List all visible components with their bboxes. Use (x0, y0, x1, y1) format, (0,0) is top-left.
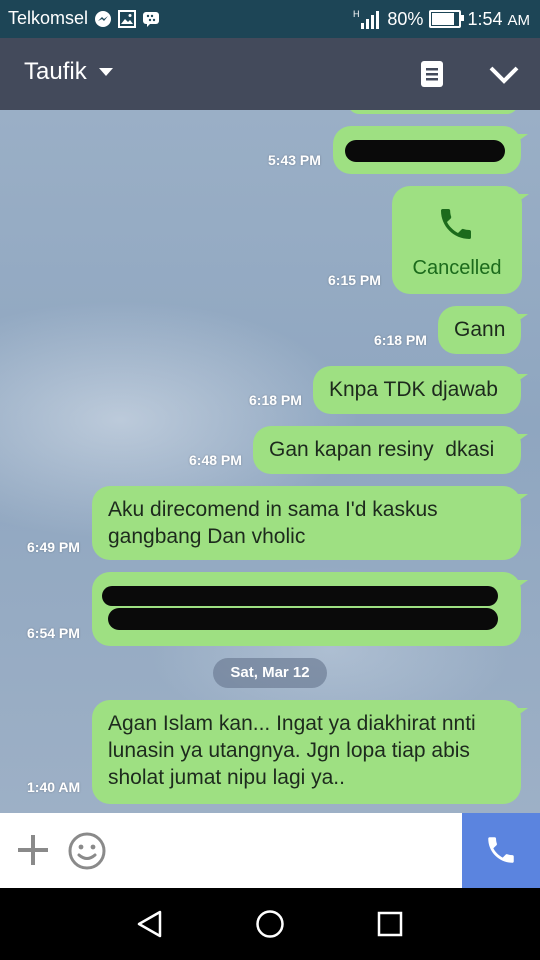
navigation-bar (0, 888, 540, 960)
back-icon[interactable] (134, 908, 166, 940)
clock-time: 1:54 (467, 8, 503, 29)
call-button[interactable] (462, 813, 540, 888)
message-time: 6:54 PM (27, 625, 80, 641)
battery-icon (429, 10, 465, 28)
dropdown-caret-icon (98, 68, 113, 76)
message-text: Knpa TDK djawab (329, 378, 498, 401)
message-text: Aku direcomend in sama I'd kaskus gangba… (108, 498, 438, 548)
message-time: 6:49 PM (27, 539, 80, 555)
message-bubble[interactable]: Gann (438, 306, 528, 354)
message-bubble[interactable]: Agan Islam kan... Ingat ya diakhirat nnt… (92, 700, 528, 804)
message-time: 6:15 PM (328, 272, 381, 288)
notes-icon[interactable] (420, 60, 444, 88)
redaction-mark (108, 608, 498, 630)
chevron-down-icon[interactable] (488, 60, 520, 88)
phone-icon (441, 209, 471, 239)
call-bubble[interactable]: Cancelled (392, 186, 529, 294)
message-bubble[interactable]: Gan kapan resiny dkasi (253, 426, 528, 474)
battery-percent: 80% (387, 8, 424, 29)
message-time: 1:40 AM (27, 779, 81, 795)
plus-icon[interactable] (16, 833, 50, 867)
date-separator: Sat, Mar 12 (213, 658, 327, 688)
message-bubble[interactable]: Knpa TDK djawab (313, 366, 528, 414)
chat-header: Taufik (0, 38, 540, 110)
network-type: H (353, 9, 360, 19)
clock-ampm: AM (507, 11, 531, 29)
phone-icon (488, 837, 514, 863)
message-text: Gan kapan resiny dkasi (269, 438, 495, 461)
home-icon[interactable] (254, 908, 286, 940)
message-input-bar (0, 813, 540, 888)
contact-name: Taufik (24, 58, 87, 85)
recents-icon[interactable] (374, 908, 406, 940)
gallery-icon (118, 9, 137, 28)
status-bar: Telkomsel H 80% 1:54 AM (0, 0, 540, 38)
clock: 1:54 AM (467, 9, 530, 30)
message-time: 6:18 PM (249, 392, 302, 408)
message-bubble[interactable] (92, 572, 528, 646)
signal-icon: H (353, 9, 380, 29)
message-bubble-partial (348, 110, 518, 114)
redaction-mark (102, 586, 498, 606)
contact-selector[interactable]: Taufik (24, 58, 113, 86)
call-status: Cancelled (412, 257, 502, 279)
chat-area[interactable]: 5:43 PM Cancelled 6:15 PM Gann 6:18 PM K… (0, 110, 540, 813)
message-time: 6:18 PM (374, 332, 427, 348)
messenger-icon (95, 10, 112, 27)
message-text: Agan Islam kan... Ingat ya diakhirat nnt… (108, 712, 476, 789)
emoji-icon[interactable] (67, 831, 107, 871)
message-bubble[interactable]: Aku direcomend in sama I'd kaskus gangba… (92, 486, 528, 560)
message-time: 6:48 PM (189, 452, 242, 468)
bbm-icon (143, 11, 160, 27)
message-time: 5:43 PM (268, 152, 321, 168)
carrier-name: Telkomsel (8, 8, 89, 28)
message-text: Gann (454, 318, 506, 341)
redaction-mark (345, 140, 505, 162)
message-bubble[interactable] (333, 126, 528, 174)
